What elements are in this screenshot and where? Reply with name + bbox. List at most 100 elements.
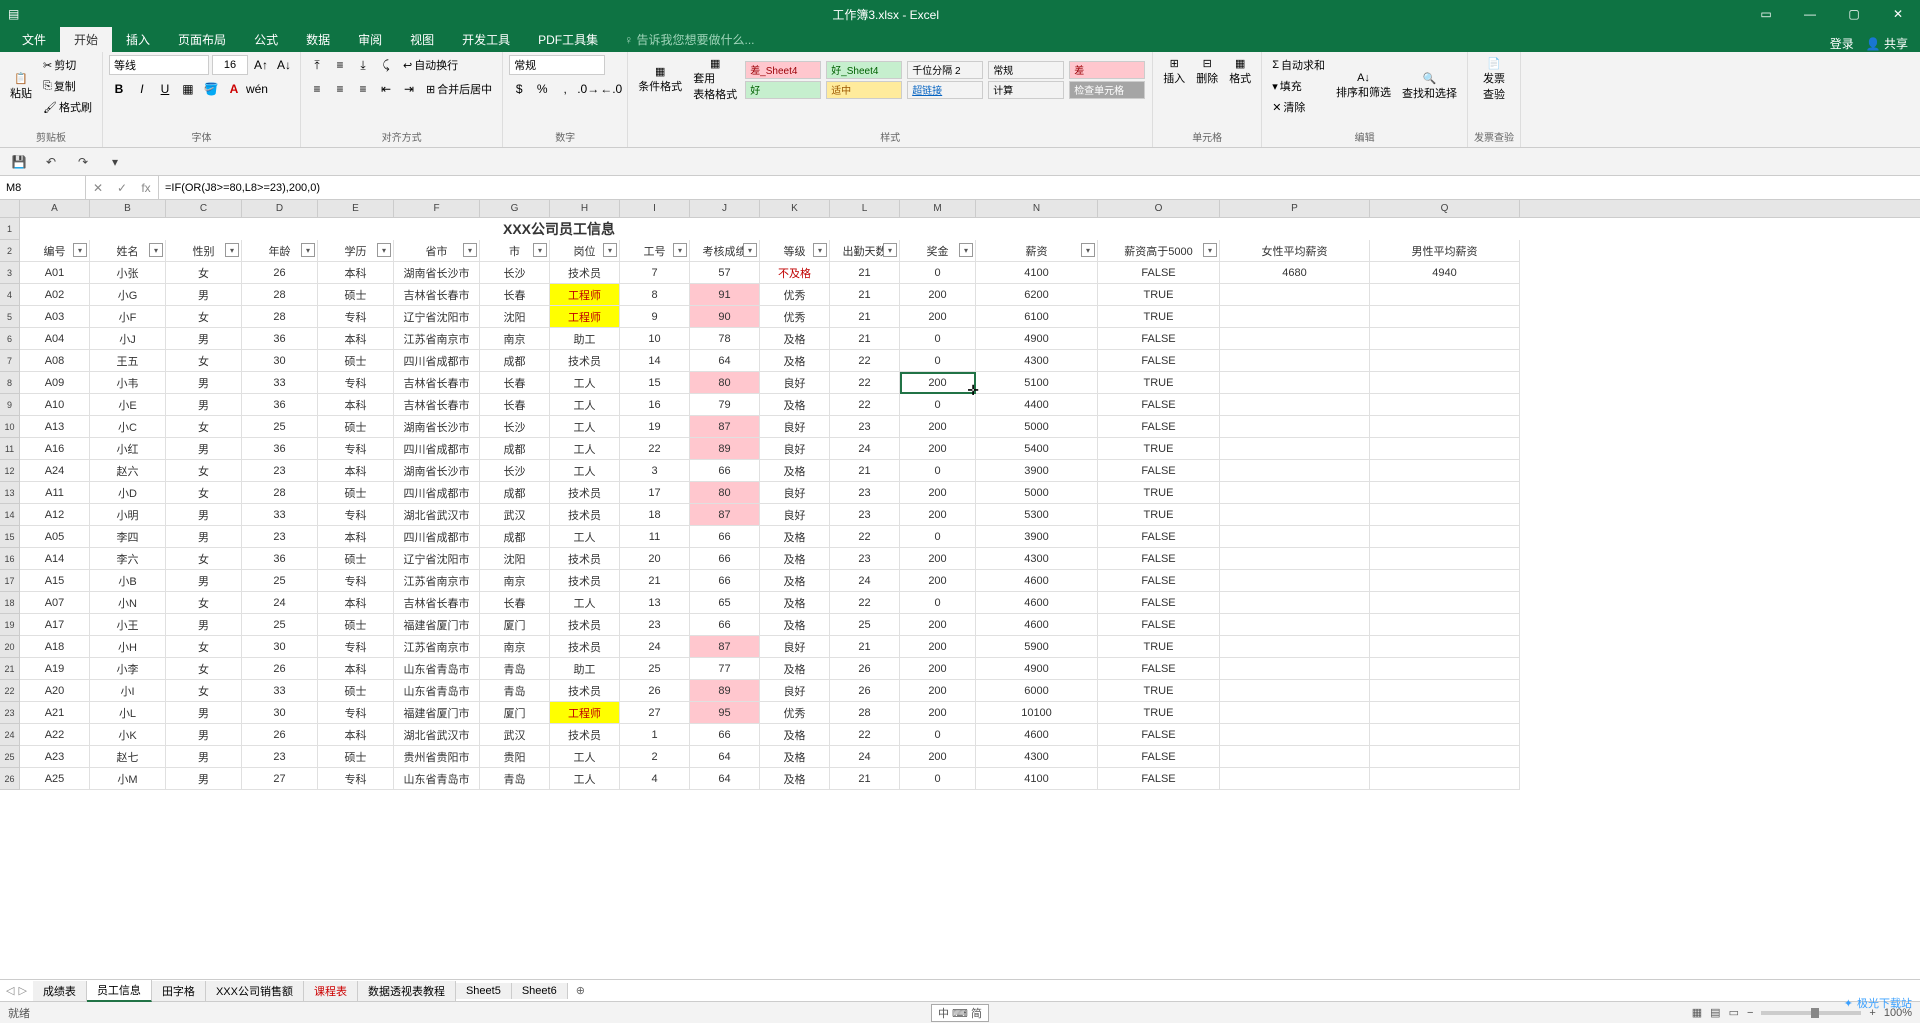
undo-icon[interactable]: ↶: [42, 153, 60, 171]
share-button[interactable]: 👤 共享: [1866, 35, 1908, 52]
table-header[interactable]: 年龄▾: [242, 240, 318, 262]
filter-dropdown-icon[interactable]: ▾: [813, 243, 827, 257]
cell[interactable]: [1220, 658, 1370, 680]
cell[interactable]: [1220, 350, 1370, 372]
cell-salary-gt-5000[interactable]: FALSE: [1098, 262, 1220, 284]
cell-edu[interactable]: 本科: [318, 394, 394, 416]
table-header[interactable]: 男性平均薪资: [1370, 240, 1520, 262]
cell-empno[interactable]: 23: [620, 614, 690, 636]
cell-province[interactable]: 吉林省长春市: [394, 592, 480, 614]
cell-job[interactable]: 技术员: [550, 482, 620, 504]
cell-salary-gt-5000[interactable]: TRUE: [1098, 636, 1220, 658]
cell-bonus[interactable]: 200: [900, 636, 976, 658]
cell[interactable]: [1370, 768, 1520, 790]
cell-edu[interactable]: 硕士: [318, 482, 394, 504]
cell[interactable]: [1220, 746, 1370, 768]
cell-bonus[interactable]: 200: [900, 746, 976, 768]
cell[interactable]: [1370, 614, 1520, 636]
table-header[interactable]: 市▾: [480, 240, 550, 262]
cell-grade[interactable]: 良好: [760, 416, 830, 438]
cell-attendance[interactable]: 23: [830, 504, 900, 526]
cell-id[interactable]: A24: [20, 460, 90, 482]
cell-name[interactable]: 小王: [90, 614, 166, 636]
italic-button[interactable]: I: [132, 79, 152, 99]
row-header[interactable]: 7: [0, 350, 20, 372]
align-middle[interactable]: ≡: [330, 55, 350, 75]
cell-salary[interactable]: 6000: [976, 680, 1098, 702]
cell-edu[interactable]: 硕士: [318, 746, 394, 768]
cell-score[interactable]: 80: [690, 372, 760, 394]
cell-id[interactable]: A16: [20, 438, 90, 460]
cell-grade[interactable]: 及格: [760, 460, 830, 482]
cell-empno[interactable]: 20: [620, 548, 690, 570]
style-good[interactable]: 好: [745, 81, 821, 99]
cell-attendance[interactable]: 22: [830, 394, 900, 416]
cell-province[interactable]: 福建省厦门市: [394, 702, 480, 724]
cell-job[interactable]: 工人: [550, 746, 620, 768]
table-header[interactable]: 考核成绩▾: [690, 240, 760, 262]
cell-empno[interactable]: 26: [620, 680, 690, 702]
bold-button[interactable]: B: [109, 79, 129, 99]
cell-province[interactable]: 湖北省武汉市: [394, 724, 480, 746]
cell-attendance[interactable]: 22: [830, 724, 900, 746]
cell-sex[interactable]: 男: [166, 372, 242, 394]
cell-job[interactable]: 技术员: [550, 636, 620, 658]
cell-empno[interactable]: 1: [620, 724, 690, 746]
cell-province[interactable]: 贵州省贵阳市: [394, 746, 480, 768]
cell-name[interactable]: 小李: [90, 658, 166, 680]
cell[interactable]: [1220, 614, 1370, 636]
cell-sex[interactable]: 女: [166, 592, 242, 614]
cell[interactable]: [1370, 284, 1520, 306]
cell-city[interactable]: 成都: [480, 482, 550, 504]
table-header[interactable]: 奖金▾: [900, 240, 976, 262]
cell-empno[interactable]: 10: [620, 328, 690, 350]
cell-score[interactable]: 78: [690, 328, 760, 350]
decrease-font-button[interactable]: A↓: [274, 55, 294, 75]
save-icon[interactable]: 💾: [10, 153, 28, 171]
sort-filter-button[interactable]: A↓排序和筛选: [1332, 70, 1395, 102]
tell-me-search[interactable]: ♀ 告诉我您想要做什么...: [620, 27, 758, 52]
table-header[interactable]: 工号▾: [620, 240, 690, 262]
new-sheet-button[interactable]: ⊕: [568, 984, 593, 997]
cell-salary[interactable]: 4600: [976, 614, 1098, 636]
cell[interactable]: [1370, 702, 1520, 724]
zoom-slider[interactable]: [1761, 1011, 1861, 1015]
cell-province[interactable]: 湖北省武汉市: [394, 504, 480, 526]
cell-job[interactable]: 技术员: [550, 570, 620, 592]
filter-dropdown-icon[interactable]: ▾: [533, 243, 547, 257]
row-header[interactable]: 5: [0, 306, 20, 328]
merge-center-button[interactable]: ⊞ 合并后居中: [422, 79, 496, 99]
fill-button[interactable]: ▾ 填充: [1268, 76, 1329, 96]
cell-attendance[interactable]: 23: [830, 416, 900, 438]
cell-age[interactable]: 36: [242, 548, 318, 570]
cell-salary-gt-5000[interactable]: FALSE: [1098, 570, 1220, 592]
filter-dropdown-icon[interactable]: ▾: [883, 243, 897, 257]
cell-grade[interactable]: 良好: [760, 680, 830, 702]
cell-id[interactable]: A15: [20, 570, 90, 592]
cell[interactable]: [1370, 592, 1520, 614]
cell-age[interactable]: 25: [242, 570, 318, 592]
cell-bonus[interactable]: 0: [900, 262, 976, 284]
row-header[interactable]: 16: [0, 548, 20, 570]
cell-salary-gt-5000[interactable]: TRUE: [1098, 702, 1220, 724]
cell-attendance[interactable]: 21: [830, 636, 900, 658]
cell-edu[interactable]: 专科: [318, 768, 394, 790]
table-header[interactable]: 薪资▾: [976, 240, 1098, 262]
cell-age[interactable]: 33: [242, 504, 318, 526]
cell[interactable]: [1220, 460, 1370, 482]
cell-province[interactable]: 山东省青岛市: [394, 768, 480, 790]
cell-salary-gt-5000[interactable]: FALSE: [1098, 526, 1220, 548]
cell-age[interactable]: 23: [242, 746, 318, 768]
cell-grade[interactable]: 及格: [760, 746, 830, 768]
cell-id[interactable]: A21: [20, 702, 90, 724]
cell-empno[interactable]: 2: [620, 746, 690, 768]
cell-male-avg[interactable]: 4940: [1370, 262, 1520, 284]
cell-salary[interactable]: 6200: [976, 284, 1098, 306]
cell[interactable]: [1220, 416, 1370, 438]
cell-province[interactable]: 山东省青岛市: [394, 680, 480, 702]
cell-name[interactable]: 小红: [90, 438, 166, 460]
cell-bonus[interactable]: 200: [900, 702, 976, 724]
cell[interactable]: [1220, 218, 1370, 240]
cell-score[interactable]: 66: [690, 460, 760, 482]
cell-empno[interactable]: 16: [620, 394, 690, 416]
